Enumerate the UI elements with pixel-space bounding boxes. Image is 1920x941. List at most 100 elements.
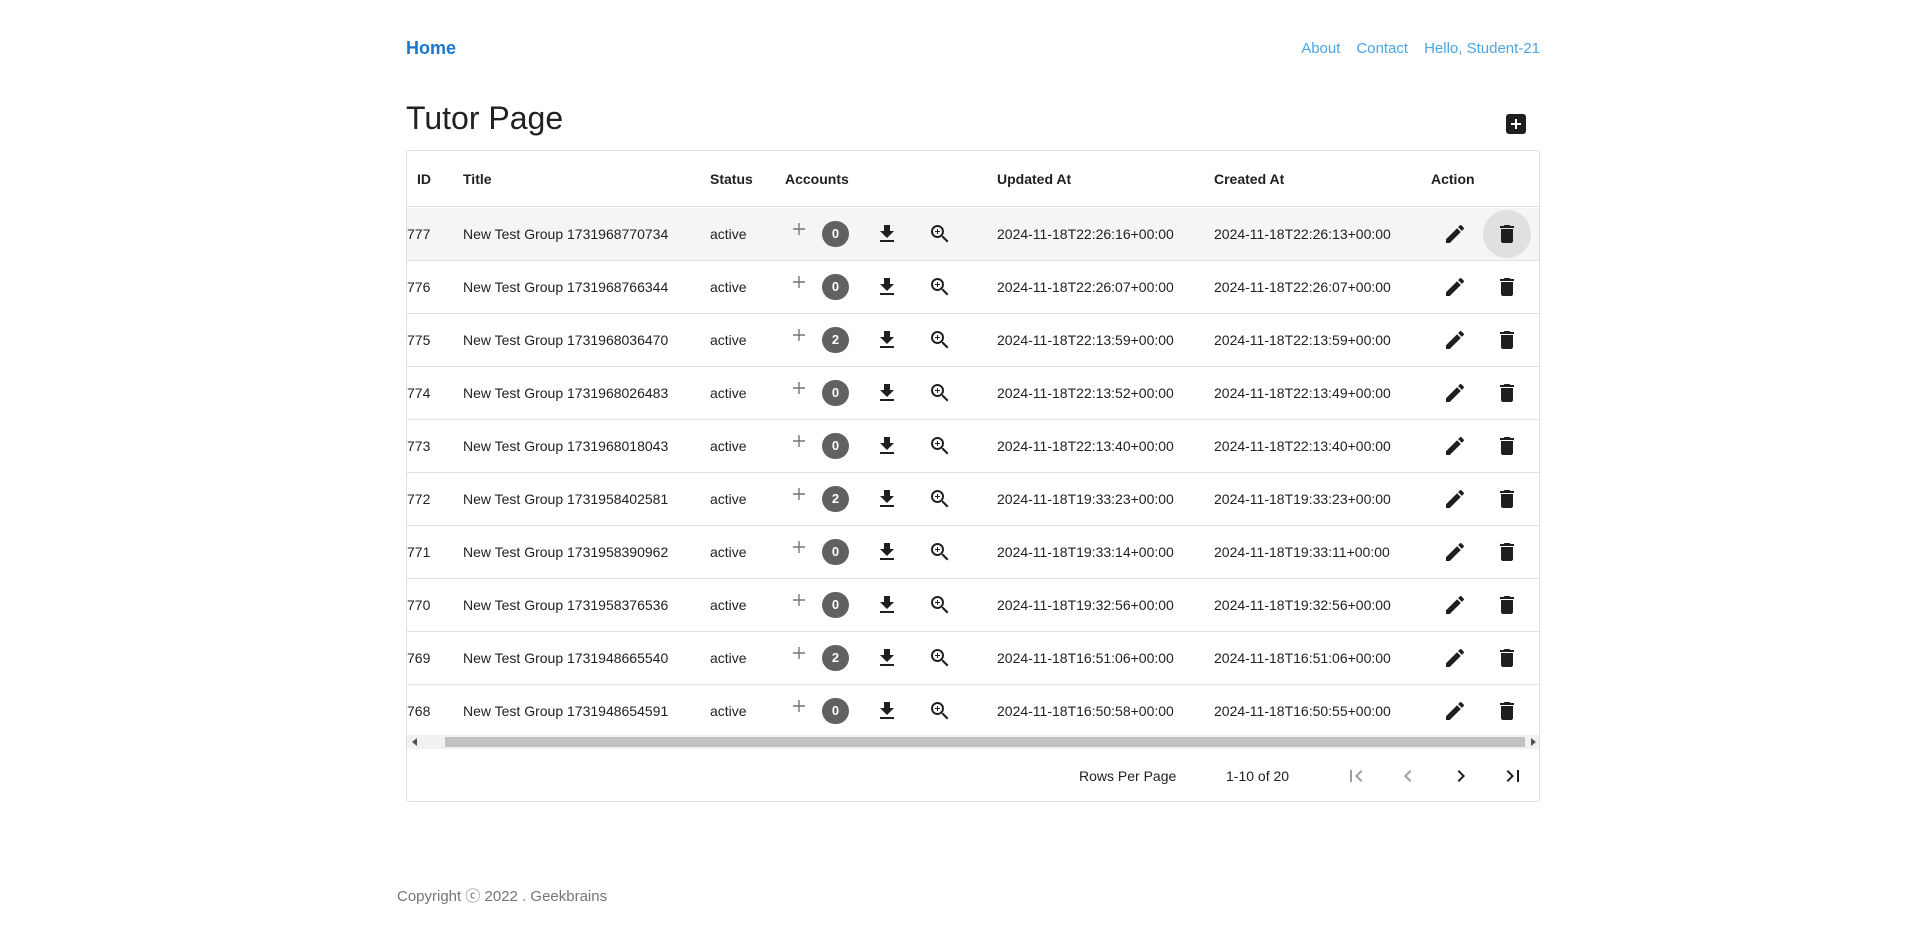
table-row[interactable]: 772 New Test Group 1731958402581 active 2 20… [407, 473, 1539, 526]
header-id[interactable]: ID [417, 151, 431, 207]
delete-icon[interactable] [1495, 699, 1519, 723]
download-icon[interactable] [875, 328, 899, 352]
table-row[interactable]: 770 New Test Group 1731958376536 active 0 20… [407, 579, 1539, 632]
add-account-icon[interactable] [790, 538, 808, 556]
table-row[interactable]: 775 New Test Group 1731968036470 active 2 20… [407, 314, 1539, 367]
accounts-count-badge: 0 [822, 274, 849, 300]
edit-icon[interactable] [1443, 593, 1467, 617]
scroll-right-arrow-icon[interactable] [1531, 738, 1536, 746]
last-page-icon[interactable] [1501, 764, 1525, 788]
download-icon[interactable] [875, 434, 899, 458]
edit-icon[interactable] [1443, 434, 1467, 458]
table-row[interactable]: 776 New Test Group 1731968766344 active 0 20… [407, 261, 1539, 314]
accounts-count-badge: 0 [822, 698, 849, 724]
zoom-in-icon[interactable] [928, 275, 952, 299]
delete-icon[interactable] [1495, 487, 1519, 511]
cell-id: 775 [407, 332, 431, 348]
first-page-icon[interactable] [1344, 764, 1368, 788]
table-row[interactable]: 769 New Test Group 1731948665540 active 2 20… [407, 632, 1539, 685]
cell-created-at: 2024-11-18T16:51:06+00:00 [1214, 650, 1391, 666]
add-account-icon[interactable] [790, 432, 808, 450]
cell-title: New Test Group 1731958376536 [463, 597, 669, 613]
cell-id: 770 [407, 597, 431, 613]
download-icon[interactable] [875, 646, 899, 670]
header-status[interactable]: Status [710, 151, 753, 207]
contact-link[interactable]: Contact [1356, 40, 1408, 57]
delete-icon[interactable] [1495, 646, 1519, 670]
table-row[interactable]: 768 New Test Group 1731948654591 active 0 20… [407, 685, 1539, 738]
header-title[interactable]: Title [463, 151, 492, 207]
cell-id: 768 [407, 703, 431, 719]
table-row[interactable]: 773 New Test Group 1731968018043 active 0 20… [407, 420, 1539, 473]
zoom-in-icon[interactable] [928, 222, 952, 246]
zoom-in-icon[interactable] [928, 328, 952, 352]
download-icon[interactable] [875, 540, 899, 564]
edit-icon[interactable] [1443, 540, 1467, 564]
add-account-icon[interactable] [790, 220, 808, 238]
zoom-in-icon[interactable] [928, 593, 952, 617]
add-group-button[interactable] [1506, 114, 1526, 134]
zoom-in-icon[interactable] [928, 699, 952, 723]
cell-status: active [710, 597, 747, 613]
zoom-in-icon[interactable] [928, 646, 952, 670]
add-account-icon[interactable] [790, 379, 808, 397]
groups-table: ID Title Status Accounts Updated At Crea… [406, 150, 1540, 802]
top-nav: Home About Contact Hello, Student-21 [406, 0, 1540, 100]
cell-updated-at: 2024-11-18T22:26:16+00:00 [997, 226, 1174, 242]
edit-icon[interactable] [1443, 381, 1467, 405]
scroll-left-arrow-icon[interactable] [412, 738, 417, 746]
cell-status: active [710, 650, 747, 666]
edit-icon[interactable] [1443, 646, 1467, 670]
next-page-icon[interactable] [1449, 764, 1473, 788]
delete-icon[interactable] [1495, 222, 1519, 246]
edit-icon[interactable] [1443, 275, 1467, 299]
download-icon[interactable] [875, 275, 899, 299]
delete-icon[interactable] [1495, 381, 1519, 405]
header-accounts[interactable]: Accounts [785, 151, 849, 207]
header-created-at[interactable]: Created At [1214, 151, 1284, 207]
cell-created-at: 2024-11-18T19:33:11+00:00 [1214, 544, 1390, 560]
home-link[interactable]: Home [406, 38, 456, 59]
zoom-in-icon[interactable] [928, 487, 952, 511]
delete-icon[interactable] [1495, 434, 1519, 458]
edit-icon[interactable] [1443, 328, 1467, 352]
edit-icon[interactable] [1443, 487, 1467, 511]
about-link[interactable]: About [1301, 40, 1340, 57]
download-icon[interactable] [875, 699, 899, 723]
footer-copyright: Copyright ⓒ 2022 . Geekbrains [397, 888, 608, 905]
cell-updated-at: 2024-11-18T22:26:07+00:00 [997, 279, 1174, 295]
cell-status: active [710, 703, 747, 719]
table-row[interactable]: 777 New Test Group 1731968770734 active 0 20… [407, 208, 1539, 261]
cell-updated-at: 2024-11-18T22:13:52+00:00 [997, 385, 1174, 401]
header-updated-at[interactable]: Updated At [997, 151, 1071, 207]
download-icon[interactable] [875, 222, 899, 246]
table-row[interactable]: 771 New Test Group 1731958390962 active 0 20… [407, 526, 1539, 579]
zoom-in-icon[interactable] [928, 381, 952, 405]
add-account-icon[interactable] [790, 591, 808, 609]
delete-icon[interactable] [1495, 540, 1519, 564]
download-icon[interactable] [875, 593, 899, 617]
horizontal-scrollbar[interactable] [407, 735, 1539, 749]
table-header: ID Title Status Accounts Updated At Crea… [407, 151, 1539, 207]
cell-updated-at: 2024-11-18T19:32:56+00:00 [997, 597, 1174, 613]
scrollbar-thumb[interactable] [445, 737, 1525, 747]
edit-icon[interactable] [1443, 222, 1467, 246]
cell-status: active [710, 226, 747, 242]
previous-page-icon[interactable] [1396, 764, 1420, 788]
add-account-icon[interactable] [790, 326, 808, 344]
add-account-icon[interactable] [790, 697, 808, 715]
add-account-icon[interactable] [790, 644, 808, 662]
delete-icon[interactable] [1495, 275, 1519, 299]
delete-icon[interactable] [1495, 328, 1519, 352]
user-greeting-link[interactable]: Hello, Student-21 [1424, 40, 1540, 57]
zoom-in-icon[interactable] [928, 434, 952, 458]
table-row[interactable]: 774 New Test Group 1731968026483 active 0 20… [407, 367, 1539, 420]
add-account-icon[interactable] [790, 273, 808, 291]
download-icon[interactable] [875, 487, 899, 511]
delete-icon[interactable] [1495, 593, 1519, 617]
zoom-in-icon[interactable] [928, 540, 952, 564]
accounts-count-badge: 2 [822, 486, 849, 512]
edit-icon[interactable] [1443, 699, 1467, 723]
download-icon[interactable] [875, 381, 899, 405]
add-account-icon[interactable] [790, 485, 808, 503]
